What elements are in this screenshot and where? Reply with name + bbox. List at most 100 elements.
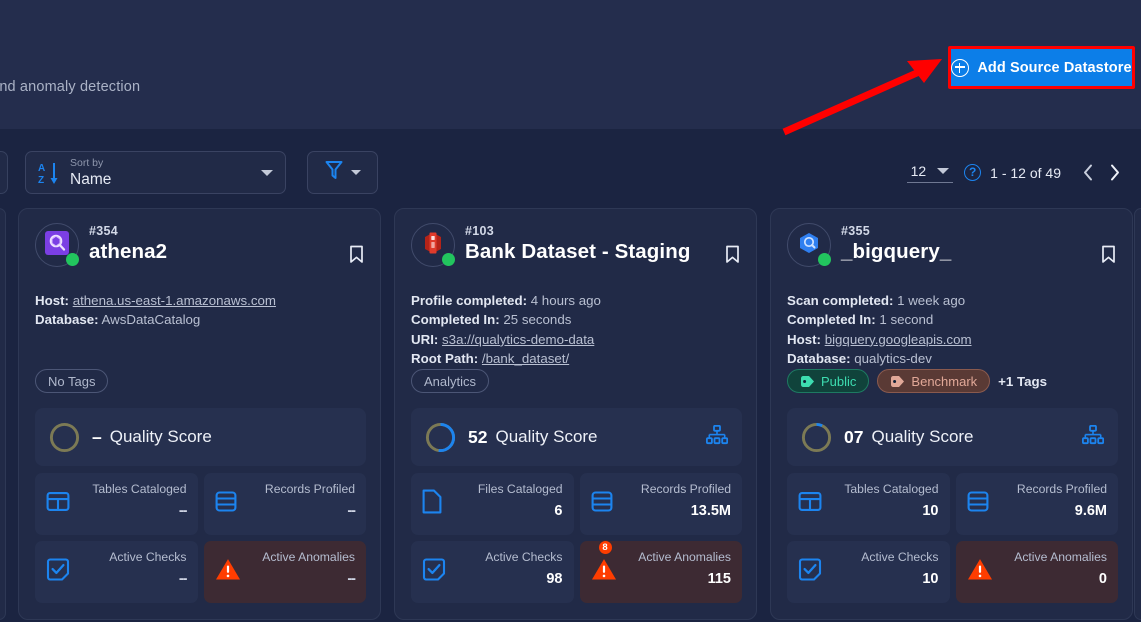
metric-label: Active Anomalies: [638, 550, 731, 564]
tag-chip[interactable]: Public: [787, 369, 870, 393]
add-source-datastore-button[interactable]: Add Source Datastore: [948, 46, 1135, 89]
card-metadata: Profile completed: 4 hours ago Completed …: [411, 291, 740, 369]
checklist-icon: [422, 558, 446, 587]
metadata-key: Database:: [787, 351, 851, 367]
tag-chip[interactable]: Analytics: [411, 369, 490, 393]
pagination-range: 1 - 12 of 49: [990, 164, 1061, 181]
datastore-card[interactable]: #103 Bank Dataset - Staging Profile comple…: [394, 208, 757, 620]
warning-triangle-icon: [215, 558, 241, 587]
svg-text:A: A: [38, 163, 45, 174]
datastore-title: _bigquery_: [841, 240, 952, 263]
quality-score-panel: 52 Quality Score: [411, 408, 742, 466]
metadata-key: Completed In:: [787, 312, 876, 328]
metric-value: --: [347, 571, 356, 587]
toolbar-left-edge-control[interactable]: [0, 151, 8, 194]
quality-score-value: 52: [468, 426, 488, 447]
metadata-key: Scan completed:: [787, 293, 894, 308]
metadata-link[interactable]: athena.us-east-1.amazonaws.com: [73, 293, 276, 308]
bookmark-icon[interactable]: [725, 245, 740, 269]
quality-score-label: Quality Score: [109, 427, 212, 446]
help-circle-icon[interactable]: ?: [964, 164, 982, 181]
quality-score-label: Quality Score: [495, 427, 598, 446]
metric-tile[interactable]: Tables Cataloged --: [35, 473, 198, 535]
page-root: nitoring, and anomaly detection Add Sour…: [0, 0, 1141, 622]
prev-page-button[interactable]: [1075, 160, 1101, 186]
metric-label: Active Checks: [861, 550, 939, 564]
metric-tile[interactable]: Active Checks 10: [787, 541, 950, 603]
chevron-down-icon: [350, 170, 361, 175]
metadata-link[interactable]: s3a://qualytics-demo-data: [442, 332, 594, 347]
datastore-card[interactable]: #355 _bigquery_ Scan completed: 1 week ago…: [770, 208, 1133, 620]
warning-triangle-icon: [591, 558, 617, 587]
metadata-row: Completed In: 25 seconds: [411, 310, 740, 329]
metric-tile[interactable]: Tables Cataloged 10: [787, 473, 950, 535]
metric-value: 115: [707, 571, 731, 587]
file-icon: [422, 489, 442, 519]
tag-chip[interactable]: No Tags: [35, 369, 109, 393]
tag-icon: [890, 375, 905, 388]
tag-label: Benchmark: [911, 373, 978, 389]
datastore-id: #354: [89, 224, 119, 238]
metric-tile[interactable]: Records Profiled 9.6M: [955, 473, 1118, 535]
metric-label: Active Checks: [109, 550, 187, 564]
tag-chip[interactable]: Benchmark: [877, 369, 991, 393]
metric-tile[interactable]: Records Profiled 13.5M: [579, 473, 742, 535]
metric-tile[interactable]: Active Checks --: [35, 541, 198, 603]
metadata-key: Host:: [787, 331, 821, 347]
next-page-button[interactable]: [1101, 160, 1127, 186]
bookmark-icon[interactable]: [349, 245, 364, 269]
tag-label: Analytics: [424, 373, 477, 389]
pagination: 12 ? 1 - 12 of 49: [906, 151, 1127, 194]
add-source-datastore-label: Add Source Datastore: [977, 59, 1132, 76]
metadata-key: Database:: [35, 312, 99, 328]
datastore-title: athena2: [89, 240, 168, 263]
tag-label: No Tags: [48, 373, 96, 389]
metric-label: Records Profiled: [640, 482, 731, 496]
metadata-row: URI: s3a://qualytics-demo-data: [411, 330, 740, 349]
metric-value: --: [178, 571, 188, 587]
database-icon: [215, 490, 237, 519]
table-grid-icon: [798, 490, 822, 519]
card-header: #103 Bank Dataset - Staging: [411, 223, 740, 285]
datastore-id: #355: [841, 224, 871, 238]
metric-tile[interactable]: Files Cataloged 6: [411, 473, 574, 535]
svg-text:Z: Z: [38, 175, 44, 186]
datastore-card[interactable]: #354 athena2 Host: athena.us-east-1.amazon…: [18, 208, 381, 620]
status-online-indicator: [66, 253, 79, 266]
more-tags-label[interactable]: +1 Tags: [998, 374, 1047, 389]
datastore-id: #103: [465, 224, 495, 238]
bookmark-icon[interactable]: [1101, 245, 1116, 269]
anomaly-badge-count: 8: [597, 540, 613, 555]
lineage-hierarchy-icon[interactable]: [705, 424, 729, 450]
tag-list: No Tags: [35, 369, 109, 393]
quality-score-ring: [425, 422, 456, 453]
lineage-hierarchy-icon[interactable]: [1081, 424, 1105, 450]
metadata-row: Database: qualytics-dev: [787, 349, 1116, 368]
metadata-link[interactable]: /bank_dataset/: [482, 351, 569, 366]
metric-tile[interactable]: Active Anomalies 0: [955, 541, 1118, 603]
metric-value: 10: [922, 503, 939, 519]
metric-tiles: Files Cataloged 6 Records Profiled 13.5M Act…: [411, 473, 742, 603]
metric-label: Active Anomalies: [262, 550, 355, 564]
avatar: [411, 223, 455, 267]
metadata-key: Profile completed:: [411, 293, 527, 308]
metadata-value: 1 week ago: [897, 293, 966, 308]
warning-triangle-icon: [967, 558, 993, 587]
metadata-row: Host: bigquery.googleapis.com: [787, 330, 1116, 349]
metric-label: Active Anomalies: [1014, 550, 1107, 564]
metric-tile[interactable]: Records Profiled --: [203, 473, 366, 535]
metadata-link[interactable]: bigquery.googleapis.com: [825, 332, 972, 347]
filter-button[interactable]: [307, 151, 378, 194]
metadata-key: Host:: [35, 293, 69, 308]
checklist-icon: [798, 558, 822, 587]
quality-score-value: –: [92, 426, 102, 447]
metric-tile[interactable]: 8 Active Anomalies 115: [579, 540, 742, 603]
database-icon: [967, 490, 989, 519]
tag-list: Public Benchmark +1 Tags: [787, 369, 1047, 393]
sort-by-select[interactable]: A Z Sort by Name: [25, 151, 286, 194]
metric-tile[interactable]: Active Checks 98: [411, 541, 574, 603]
per-page-select[interactable]: 12: [906, 163, 954, 183]
card-right-edge-partial: [1134, 208, 1141, 620]
card-metadata: Scan completed: 1 week ago Completed In: …: [787, 291, 1116, 369]
metric-tile[interactable]: Active Anomalies --: [203, 541, 366, 603]
